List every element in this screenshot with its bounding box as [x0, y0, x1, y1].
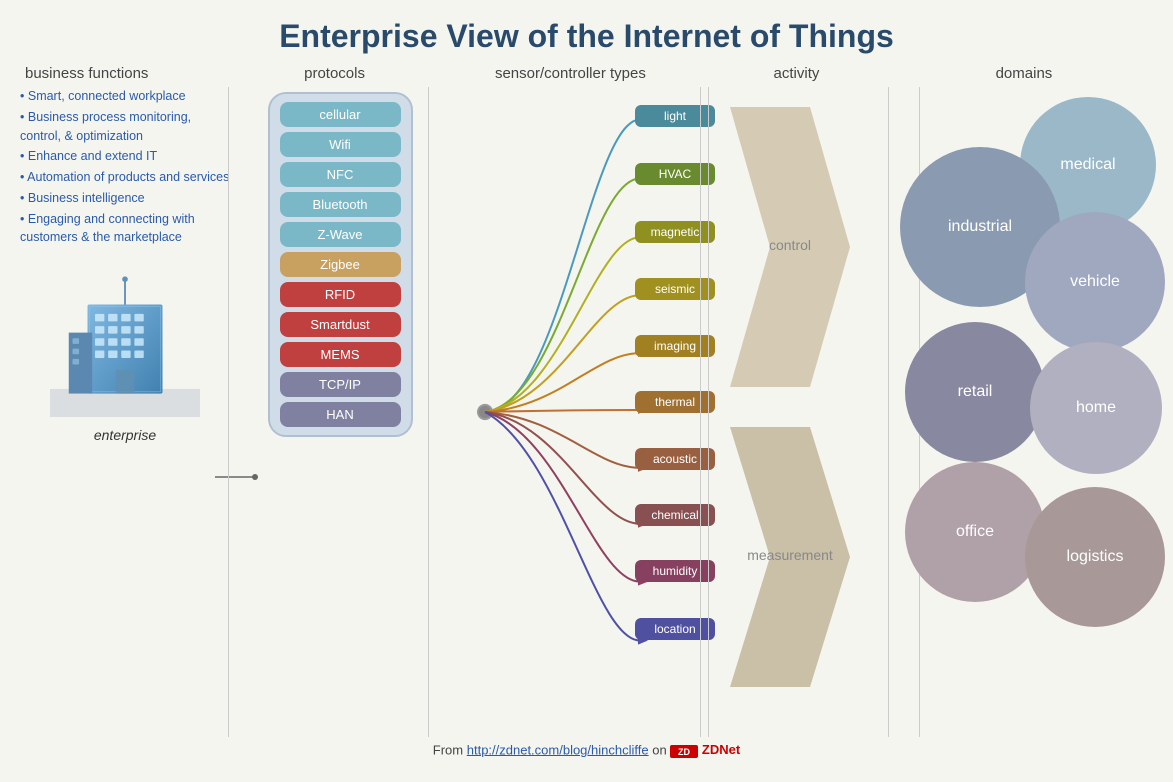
footer: From http://zdnet.com/blog/hinchcliffe o…	[0, 737, 1173, 765]
col-header-business: business functions	[10, 65, 236, 82]
sensor-item-thermal: thermal	[635, 391, 715, 413]
protocol-item-wifi: Wifi	[280, 132, 401, 157]
domain-retail: retail	[905, 322, 1045, 462]
sensor-column: light HVAC magnetic seismic imaging thermal ac…	[440, 87, 720, 737]
protocol-item-tcpip: TCP/IP	[280, 372, 401, 397]
enterprise-building: enterprise	[20, 267, 230, 443]
sensor-item-acoustic: acoustic	[635, 448, 715, 470]
sensor-item-imaging: imaging	[635, 335, 715, 357]
domain-home: home	[1030, 342, 1162, 474]
sensor-item-HVAC: HVAC	[635, 163, 715, 185]
col-header-domains: domains	[885, 65, 1163, 82]
col-header-activity: activity	[708, 65, 885, 82]
zdnet-brand: ZD ZDNet	[670, 742, 740, 757]
sensor-item-magnetic: magnetic	[635, 221, 715, 243]
protocol-item-z-wave: Z-Wave	[280, 222, 401, 247]
sensor-item-seismic: seismic	[635, 278, 715, 300]
protocol-item-han: HAN	[280, 402, 401, 427]
protocol-item-bluetooth: Bluetooth	[280, 192, 401, 217]
protocol-item-mems: MEMS	[280, 342, 401, 367]
domain-logistics: logistics	[1025, 487, 1165, 627]
main-title: Enterprise View of the Internet of Thing…	[0, 0, 1173, 65]
domains-column: medicalindustrialvehicleretailhomeoffice…	[900, 87, 1173, 737]
footer-link[interactable]: http://zdnet.com/blog/hinchcliffe	[467, 742, 649, 757]
business-list-item: Business process monitoring, control, & …	[20, 108, 230, 146]
protocol-item-rfid: RFID	[280, 282, 401, 307]
protocols-column: cellular Wifi NFC Bluetooth Z-Wave Zigbee RFID…	[240, 87, 440, 737]
col-header-sensors: sensor/controller types	[433, 65, 708, 82]
measurement-label: measurement	[720, 547, 860, 563]
business-list-item: Smart, connected workplace	[20, 87, 230, 106]
business-list-item: Business intelligence	[20, 189, 230, 208]
svg-text:ZD: ZD	[678, 747, 690, 757]
col-header-protocols: protocols	[236, 65, 433, 82]
control-label: control	[720, 237, 860, 253]
sensor-item-humidity: humidity	[635, 560, 715, 582]
business-list-item: Enhance and extend IT	[20, 147, 230, 166]
protocol-item-zigbee: Zigbee	[280, 252, 401, 277]
sensor-item-location: location	[635, 618, 715, 640]
domain-vehicle: vehicle	[1025, 212, 1165, 352]
sensor-item-light: light	[635, 105, 715, 127]
domain-office: office	[905, 462, 1045, 602]
protocol-item-cellular: cellular	[280, 102, 401, 127]
enterprise-label: enterprise	[20, 427, 230, 443]
protocol-item-smartdust: Smartdust	[280, 312, 401, 337]
protocols-box: cellular Wifi NFC Bluetooth Z-Wave Zigbee RFID…	[268, 92, 413, 437]
business-list: Smart, connected workplace Business proce…	[20, 87, 230, 247]
protocol-item-nfc: NFC	[280, 162, 401, 187]
business-functions-column: Smart, connected workplace Business proce…	[10, 87, 240, 737]
activity-column: control measurement	[720, 87, 900, 737]
business-list-item: Engaging and connecting with customers &…	[20, 210, 230, 248]
business-list-item: Automation of products and services	[20, 168, 230, 187]
sensor-item-chemical: chemical	[635, 504, 715, 526]
